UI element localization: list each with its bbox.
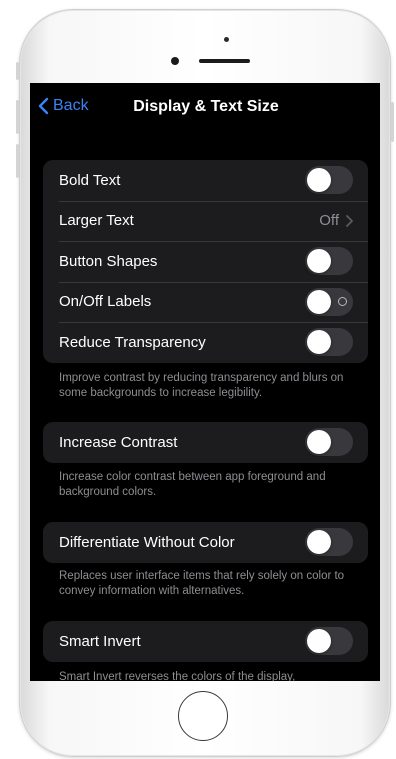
page-title: Display & Text Size (133, 98, 279, 115)
reduce-transparency-footer: Improve contrast by reducing transparenc… (59, 372, 344, 399)
on-off-labels-toggle[interactable] (305, 287, 353, 316)
toggle-knob (307, 330, 331, 355)
increase-contrast-footer: Increase color contrast between app fore… (59, 471, 326, 498)
larger-text-row[interactable]: Larger Text Off (43, 200, 368, 242)
button-shapes-row: Button Shapes (43, 241, 368, 282)
smart-invert-row: Smart Invert (43, 621, 368, 662)
increase-contrast-row: Increase Contrast (43, 422, 368, 463)
reduce-transparency-row: Reduce Transparency (43, 322, 368, 363)
navigation-bar: Back Display & Text Size (30, 83, 380, 131)
front-camera (171, 57, 179, 65)
smart-invert-group: Smart Invert (43, 621, 368, 662)
bold-text-toggle[interactable] (305, 166, 353, 195)
bold-text-row: Bold Text (43, 160, 368, 201)
row-label: Smart Invert (59, 632, 141, 650)
increase-contrast-toggle[interactable] (305, 428, 353, 457)
row-label: On/Off Labels (59, 293, 152, 311)
mute-switch (16, 62, 19, 80)
reduce-transparency-toggle[interactable] (305, 328, 353, 357)
smart-invert-toggle[interactable] (305, 627, 353, 656)
on-off-labels-row: On/Off Labels (43, 281, 368, 323)
differentiate-without-color-toggle[interactable] (305, 528, 353, 557)
toggle-knob (307, 530, 331, 555)
volume-up-button (16, 100, 19, 134)
home-button[interactable] (178, 691, 228, 741)
display-settings-group: Bold Text Larger Text Off Button Shapes … (43, 160, 368, 363)
larger-text-value[interactable]: Off (319, 212, 353, 229)
row-label: Button Shapes (59, 252, 158, 270)
row-label: Larger Text (59, 212, 134, 230)
differentiate-without-color-group: Differentiate Without Color (43, 522, 368, 563)
row-label: Increase Contrast (59, 433, 178, 451)
value-text: Off (319, 212, 339, 230)
chevron-right-icon (346, 214, 353, 227)
row-label: Differentiate Without Color (59, 533, 235, 551)
off-circle-icon (338, 296, 347, 306)
proximity-sensor (224, 37, 229, 42)
row-label: Reduce Transparency (59, 333, 206, 351)
toggle-knob (307, 168, 331, 193)
toggle-knob (307, 289, 331, 314)
power-button (391, 102, 394, 142)
differentiate-without-color-footer: Replaces user interface items that rely … (59, 570, 345, 597)
row-label: Bold Text (59, 171, 121, 189)
earpiece-speaker (199, 59, 250, 63)
toggle-knob (307, 629, 331, 654)
button-shapes-toggle[interactable] (305, 247, 353, 276)
smart-invert-footer: Smart Invert reverses the colors of the … (59, 671, 296, 681)
volume-down-button (16, 144, 19, 178)
increase-contrast-group: Increase Contrast (43, 422, 368, 463)
toggle-knob (307, 430, 331, 455)
screen: Back Display & Text Size Bold Text Large… (30, 83, 380, 681)
differentiate-without-color-row: Differentiate Without Color (43, 522, 368, 563)
toggle-knob (307, 249, 331, 274)
